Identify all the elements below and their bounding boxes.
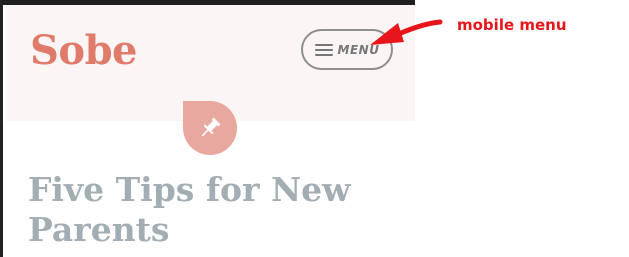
annotation-label: mobile menu [457,16,567,34]
site-title[interactable]: Sobe [30,27,137,75]
mobile-viewport: Sobe MENU Five Tips for New Parents [0,0,415,257]
pushpin-icon [201,117,221,137]
post-title[interactable]: Five Tips for New Parents [28,170,398,250]
hamburger-icon [314,43,333,56]
annotation-arrow-icon [370,19,443,45]
sticky-post-badge [183,101,237,155]
